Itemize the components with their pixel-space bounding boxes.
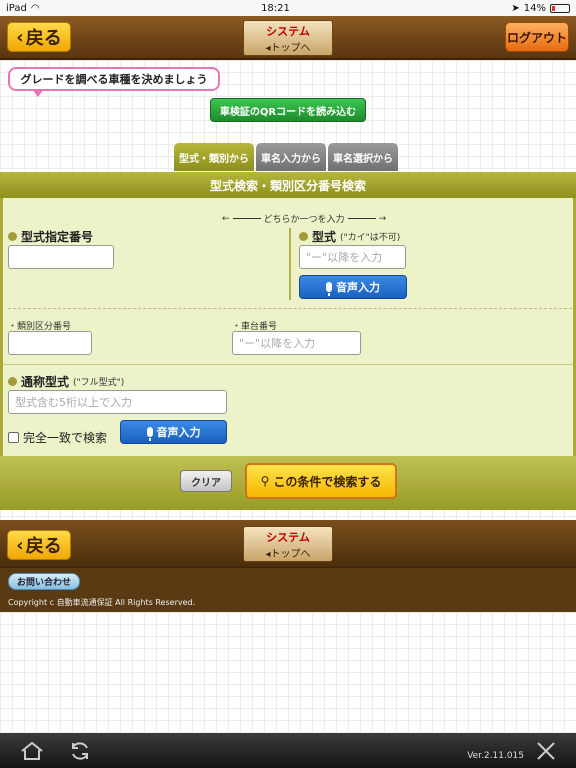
model-type-input[interactable]: "ー"以降を入力 <box>299 245 406 269</box>
wifi-icon: ◠ <box>30 2 40 14</box>
tab-car-name-select[interactable]: 車名選択から <box>328 143 398 171</box>
chassis-number-input[interactable]: "ー"以降を入力 <box>232 331 361 355</box>
device-name: iPad <box>6 2 27 14</box>
either-one-hint: ← どちらか一つを入力 → <box>222 212 387 226</box>
tab-car-name-input[interactable]: 車名入力から <box>256 143 326 171</box>
battery-level: 14% <box>523 2 546 14</box>
footer-top-logo-button[interactable]: システム ◂トップへ <box>243 526 333 562</box>
exact-match-label: 完全一致で検索 <box>23 431 108 445</box>
exact-match-option[interactable]: 完全一致で検索 <box>8 429 107 446</box>
arrow-left-icon: ← <box>222 213 230 224</box>
back-label: 戻る <box>25 28 62 49</box>
chevron-left-icon: ‹ <box>16 26 24 48</box>
panel-title: 型式検索・類別区分番号検索 <box>0 172 576 198</box>
search-tabs: 型式・類別から 車名入力から 車名選択から <box>174 143 398 171</box>
exact-match-checkbox[interactable] <box>8 432 19 443</box>
bullet-dot-icon <box>8 377 17 386</box>
bullet-dot-icon <box>299 232 308 241</box>
footer-back-button[interactable]: ‹ 戻る <box>7 530 71 560</box>
logo-top-link: ◂トップへ <box>265 42 311 54</box>
clear-button[interactable]: クリア <box>180 470 232 492</box>
status-bar: iPad ◠ 18:21 ➤ 14% <box>0 0 576 16</box>
battery-icon <box>550 3 570 13</box>
model-designation-input[interactable] <box>8 245 114 269</box>
copyright-text: Copyright c 自動車流通保証 All Rights Reserved. <box>8 598 196 607</box>
common-model-label: 通称型式 ("フル型式") <box>8 373 124 390</box>
common-model-input[interactable]: 型式含む5桁以上で入力 <box>8 390 227 414</box>
back-button[interactable]: ‹ 戻る <box>7 22 71 52</box>
app-header: ‹ 戻る システム ◂トップへ ログアウト <box>0 16 576 60</box>
model-designation-label: 型式指定番号 <box>8 228 93 245</box>
version-label: Ver.2.11.015 <box>467 751 524 761</box>
chevron-left-icon: ‹ <box>16 534 24 556</box>
refresh-icon[interactable] <box>68 740 92 762</box>
tab-model-category[interactable]: 型式・類別から <box>174 143 254 171</box>
status-time: 18:21 <box>261 2 290 14</box>
home-icon[interactable] <box>20 740 44 762</box>
dashed-divider <box>8 308 572 309</box>
top-logo-button[interactable]: システム ◂トップへ <box>243 20 333 56</box>
search-button[interactable]: ⚲ この条件で検索する <box>245 463 397 499</box>
vertical-divider <box>289 228 291 300</box>
category-number-input[interactable] <box>8 331 92 355</box>
bullet-dot-icon <box>8 232 17 241</box>
microphone-icon <box>326 282 332 296</box>
instruction-bubble: グレードを調べる車種を決めましょう <box>8 67 220 97</box>
microphone-icon <box>146 427 153 441</box>
qr-scan-button[interactable]: 車検証のQRコードを読み込む <box>210 98 366 122</box>
logo-title: システム <box>266 24 310 38</box>
common-model-voice-button[interactable]: 音声入力 <box>120 420 227 444</box>
footer-logo-title: システム <box>266 530 310 544</box>
contact-button[interactable]: お問い合わせ <box>8 573 80 590</box>
footer-logo-top-link: ◂トップへ <box>265 548 311 560</box>
logout-button[interactable]: ログアウト <box>505 22 569 52</box>
magnifier-icon: ⚲ <box>260 474 270 488</box>
location-icon: ➤ <box>511 2 520 14</box>
section-divider <box>3 364 573 365</box>
arrow-right-icon: → <box>378 213 387 224</box>
close-icon[interactable] <box>534 740 558 762</box>
hint-text: どちらか一つを入力 <box>263 215 345 225</box>
footer-back-label: 戻る <box>25 536 62 557</box>
model-type-voice-button[interactable]: 音声入力 <box>299 275 407 299</box>
model-type-label: 型式 ("カイ"は不可) <box>299 228 400 245</box>
